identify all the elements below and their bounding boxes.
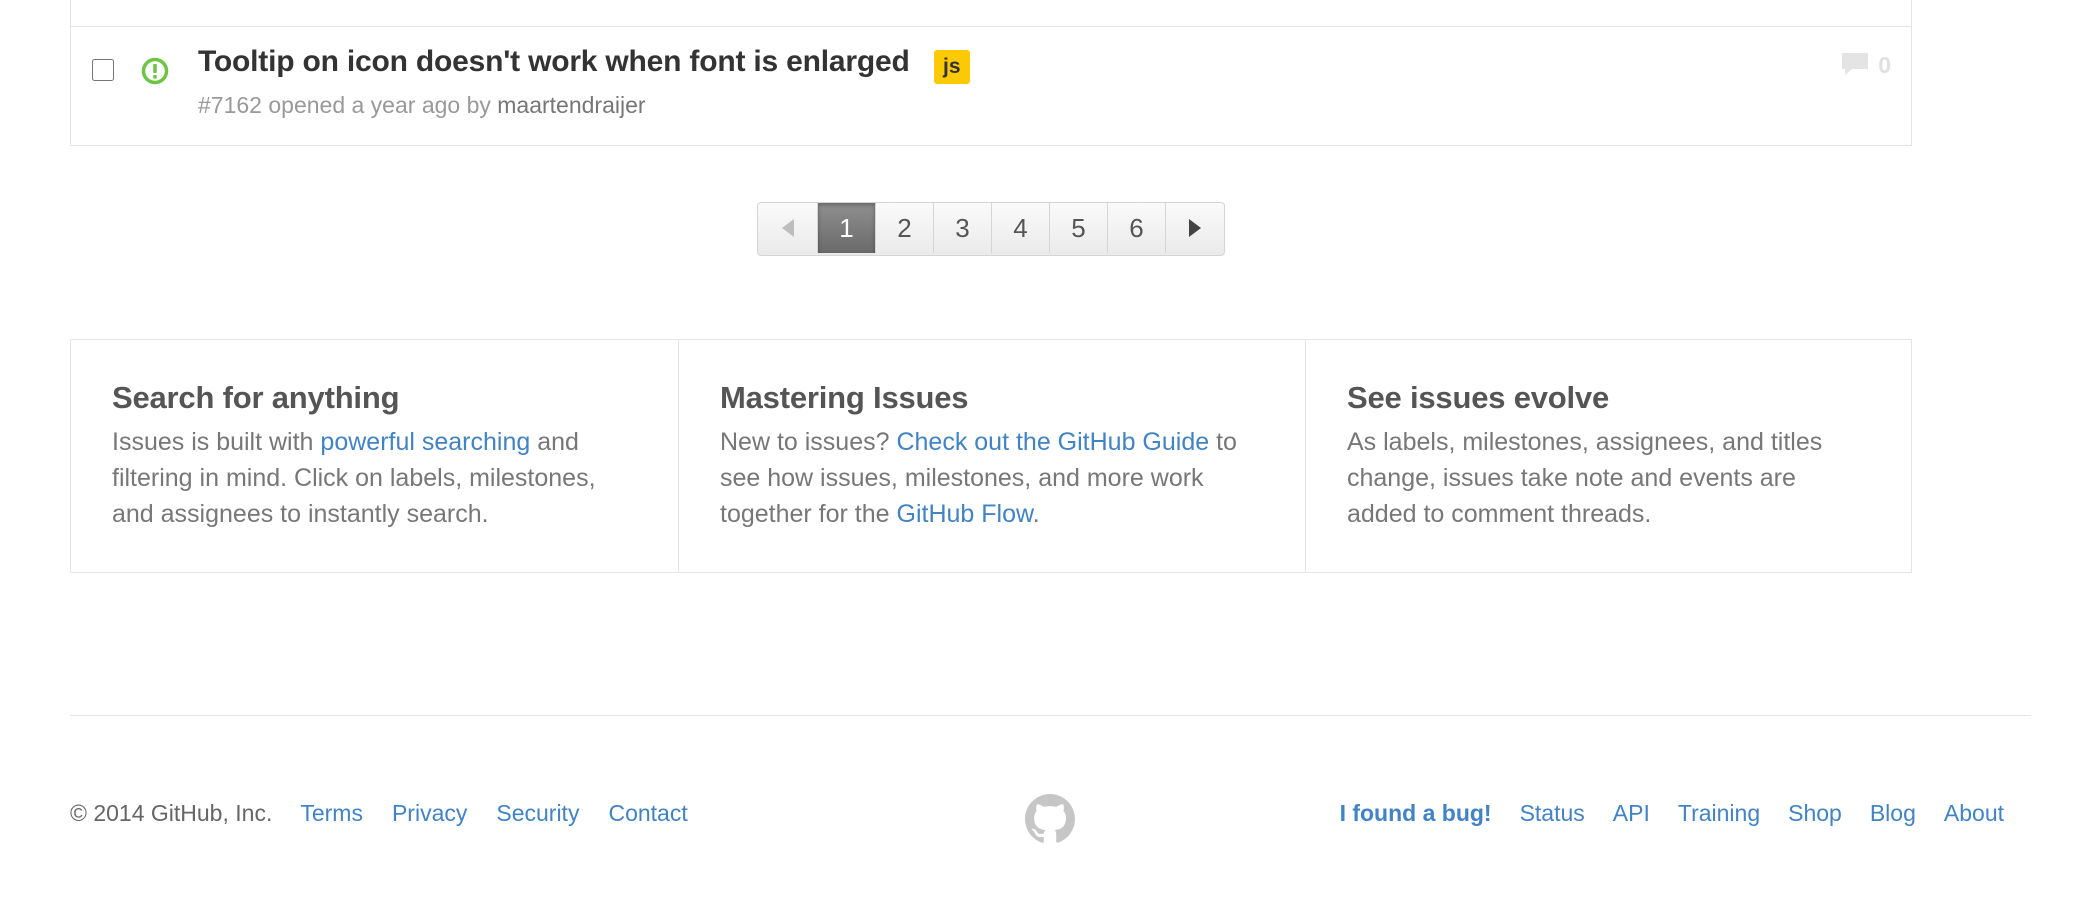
footer-right: I found a bug! Status API Training Shop … <box>1340 800 2004 827</box>
pagination-previous-button[interactable] <box>758 203 818 253</box>
pagination-page-2[interactable]: 2 <box>876 203 934 253</box>
issue-label-js[interactable]: js <box>934 50 970 84</box>
tip-search-text-start: Issues is built with <box>112 428 321 456</box>
pagination-page-3[interactable]: 3 <box>934 203 992 253</box>
issue-opened-icon <box>141 57 169 85</box>
octocat-icon[interactable] <box>1025 794 1075 844</box>
issue-number: #7162 <box>198 92 262 118</box>
issue-opened-text: opened a year ago by <box>268 92 491 118</box>
comment-count-value: 0 <box>1878 52 1891 78</box>
pagination-page-5[interactable]: 5 <box>1050 203 1108 253</box>
tip-search-text: Issues is built with powerful searching … <box>112 424 638 532</box>
tip-evolve-text: As labels, milestones, assignees, and ti… <box>1347 428 1823 528</box>
footer-training-link[interactable]: Training <box>1678 800 1760 827</box>
issue-list: Tooltip on icon doesn't work when font i… <box>70 0 1912 146</box>
tip-mastering: Mastering Issues New to issues? Check ou… <box>679 340 1306 572</box>
issue-select-checkbox[interactable] <box>92 59 114 81</box>
tip-evolve: See issues evolve As labels, milestones,… <box>1306 340 1911 572</box>
footer-copyright: © 2014 GitHub, Inc. <box>70 800 273 826</box>
footer-blog-link[interactable]: Blog <box>1870 800 1916 827</box>
footer-terms-link[interactable]: Terms <box>300 800 363 827</box>
footer-api-link[interactable]: API <box>1613 800 1650 827</box>
pagination-page-1[interactable]: 1 <box>818 203 876 253</box>
github-flow-link[interactable]: GitHub Flow <box>897 500 1033 528</box>
tip-search: Search for anything Issues is built with… <box>71 340 679 572</box>
tip-mastering-text-end: . <box>1032 500 1040 528</box>
tip-mastering-text-start: New to issues? <box>720 428 897 456</box>
comment-count-link[interactable]: 0 <box>1840 51 1891 79</box>
chevron-right-icon <box>1189 219 1201 237</box>
powerful-searching-link[interactable]: powerful searching <box>320 428 530 456</box>
pagination-page-6[interactable]: 6 <box>1108 203 1166 253</box>
footer-contact-link[interactable]: Contact <box>608 800 687 827</box>
chevron-left-icon <box>781 219 794 237</box>
pagination-next-button[interactable] <box>1166 203 1224 253</box>
comment-icon <box>1842 53 1869 75</box>
tip-mastering-text: New to issues? Check out the GitHub Guid… <box>720 424 1265 532</box>
found-a-bug-link[interactable]: I found a bug! <box>1340 800 1492 827</box>
pagination: 1 2 3 4 5 6 <box>757 202 1225 256</box>
footer-about-link[interactable]: About <box>1944 800 2004 827</box>
tip-evolve-heading: See issues evolve <box>1347 380 1610 415</box>
footer-divider <box>70 715 2031 716</box>
footer-security-link[interactable]: Security <box>496 800 579 827</box>
footer-privacy-link[interactable]: Privacy <box>392 800 467 827</box>
issue-row[interactable]: Tooltip on icon doesn't work when font i… <box>71 27 1911 145</box>
tip-search-heading: Search for anything <box>112 380 400 415</box>
pagination-page-4[interactable]: 4 <box>992 203 1050 253</box>
footer-status-link[interactable]: Status <box>1520 800 1585 827</box>
issues-tips-panel: Search for anything Issues is built with… <box>70 339 1912 573</box>
issue-author-link[interactable]: maartendraijer <box>497 92 645 118</box>
previous-issue-meta-cutoff <box>198 0 658 2</box>
footer-left: © 2014 GitHub, Inc. Terms Privacy Securi… <box>70 800 717 827</box>
issue-title-link[interactable]: Tooltip on icon doesn't work when font i… <box>198 45 910 79</box>
issue-meta: #7162 opened a year ago by maartendraije… <box>198 92 646 119</box>
tip-mastering-heading: Mastering Issues <box>720 380 969 415</box>
github-guide-link[interactable]: Check out the GitHub Guide <box>896 428 1209 456</box>
footer-shop-link[interactable]: Shop <box>1788 800 1842 827</box>
